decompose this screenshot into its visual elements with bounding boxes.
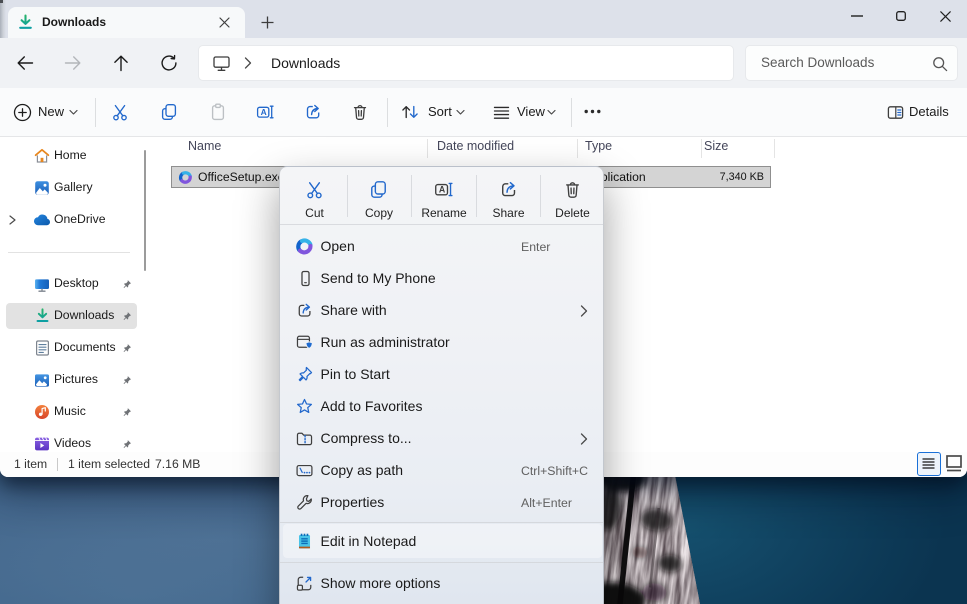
svg-text:A: A xyxy=(439,185,446,195)
svg-text:A: A xyxy=(261,107,267,117)
